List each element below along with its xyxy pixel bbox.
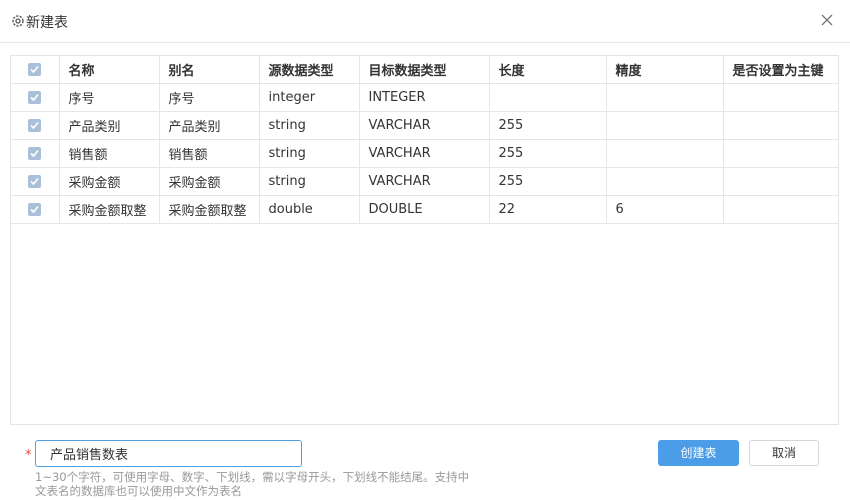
cell-source-type: string — [259, 139, 360, 168]
column-header-primary-key: 是否设置为主键 — [723, 56, 838, 84]
select-all-checkbox[interactable] — [28, 63, 42, 76]
cell-name[interactable]: 采购金额取整 — [59, 195, 160, 224]
cell-target-type[interactable]: VARCHAR — [359, 167, 490, 196]
row-checkbox[interactable] — [28, 91, 42, 104]
cell-precision[interactable] — [606, 83, 724, 112]
cell-alias[interactable]: 序号 — [159, 83, 260, 112]
create-table-button[interactable]: 创建表 — [658, 440, 739, 466]
row-checkbox[interactable] — [28, 147, 42, 160]
column-header-source-type: 源数据类型 — [259, 56, 360, 84]
close-icon[interactable] — [820, 13, 834, 27]
cell-source-type: double — [259, 195, 360, 224]
table-header-row: 名称 别名 源数据类型 目标数据类型 长度 精度 是否设置为主键 — [11, 56, 838, 84]
column-header-alias: 别名 — [159, 56, 260, 84]
cell-precision[interactable] — [606, 139, 724, 168]
table-name-input[interactable] — [35, 440, 302, 467]
cell-precision[interactable] — [606, 167, 724, 196]
cell-length[interactable] — [489, 83, 607, 112]
row-checkbox[interactable] — [28, 175, 42, 188]
column-header-name: 名称 — [59, 56, 160, 84]
dialog-header: 新建表 — [0, 0, 850, 43]
cancel-button[interactable]: 取消 — [749, 440, 819, 466]
dialog-title: 新建表 — [26, 15, 68, 31]
cell-precision[interactable]: 6 — [606, 195, 724, 224]
row-checkbox[interactable] — [28, 203, 42, 216]
cell-alias[interactable]: 销售额 — [159, 139, 260, 168]
row-select-cell[interactable] — [11, 167, 60, 196]
row-select-cell[interactable] — [11, 83, 60, 112]
cell-primary-key[interactable] — [723, 195, 838, 224]
cell-source-type: integer — [259, 83, 360, 112]
cell-alias[interactable]: 产品类别 — [159, 111, 260, 140]
table-row[interactable]: 产品类别 产品类别 string VARCHAR 255 — [11, 111, 838, 140]
column-header-length: 长度 — [489, 56, 607, 84]
cell-alias[interactable]: 采购金额取整 — [159, 195, 260, 224]
table-name-hint: 1~30个字符，可使用字母、数字、下划线，需以字母开头，下划线不能结尾。支持中 … — [35, 470, 495, 498]
cell-target-type[interactable]: INTEGER — [359, 83, 490, 112]
table-row[interactable]: 采购金额 采购金额 string VARCHAR 255 — [11, 167, 838, 196]
cell-name[interactable]: 序号 — [59, 83, 160, 112]
cell-primary-key[interactable] — [723, 167, 838, 196]
select-all-cell[interactable] — [11, 56, 60, 84]
cell-length[interactable]: 22 — [489, 195, 607, 224]
row-select-cell[interactable] — [11, 111, 60, 140]
table-row[interactable]: 序号 序号 integer INTEGER — [11, 83, 838, 112]
required-mark: * — [25, 448, 32, 463]
table-row[interactable]: 采购金额取整 采购金额取整 double DOUBLE 22 6 — [11, 195, 838, 224]
cell-precision[interactable] — [606, 111, 724, 140]
cell-source-type: string — [259, 111, 360, 140]
cell-length[interactable]: 255 — [489, 139, 607, 168]
cell-source-type: string — [259, 167, 360, 196]
cell-target-type[interactable]: VARCHAR — [359, 139, 490, 168]
cell-primary-key[interactable] — [723, 83, 838, 112]
row-select-cell[interactable] — [11, 195, 60, 224]
column-header-target-type: 目标数据类型 — [359, 56, 490, 84]
row-select-cell[interactable] — [11, 139, 60, 168]
fields-table: 名称 别名 源数据类型 目标数据类型 长度 精度 是否设置为主键 序号 序号 i… — [10, 55, 839, 425]
cell-primary-key[interactable] — [723, 111, 838, 140]
new-table-dialog: 新建表 名称 别名 源数据类型 目标数据类型 长度 精度 是否设置为主键 序号 … — [0, 0, 850, 500]
cell-target-type[interactable]: VARCHAR — [359, 111, 490, 140]
table-row[interactable]: 销售额 销售额 string VARCHAR 255 — [11, 139, 838, 168]
cell-length[interactable]: 255 — [489, 167, 607, 196]
column-header-precision: 精度 — [606, 56, 724, 84]
dialog-footer: * 1~30个字符，可使用字母、数字、下划线，需以字母开头，下划线不能结尾。支持… — [0, 428, 850, 500]
cell-name[interactable]: 采购金额 — [59, 167, 160, 196]
hint-line-2: 文表名的数据库也可以使用中文作为表名 — [35, 484, 242, 498]
gear-icon — [12, 15, 24, 27]
row-checkbox[interactable] — [28, 119, 42, 132]
cell-target-type[interactable]: DOUBLE — [359, 195, 490, 224]
cell-name[interactable]: 产品类别 — [59, 111, 160, 140]
cell-primary-key[interactable] — [723, 139, 838, 168]
cell-name[interactable]: 销售额 — [59, 139, 160, 168]
cell-length[interactable]: 255 — [489, 111, 607, 140]
cell-alias[interactable]: 采购金额 — [159, 167, 260, 196]
hint-line-1: 1~30个字符，可使用字母、数字、下划线，需以字母开头，下划线不能结尾。支持中 — [35, 470, 470, 484]
